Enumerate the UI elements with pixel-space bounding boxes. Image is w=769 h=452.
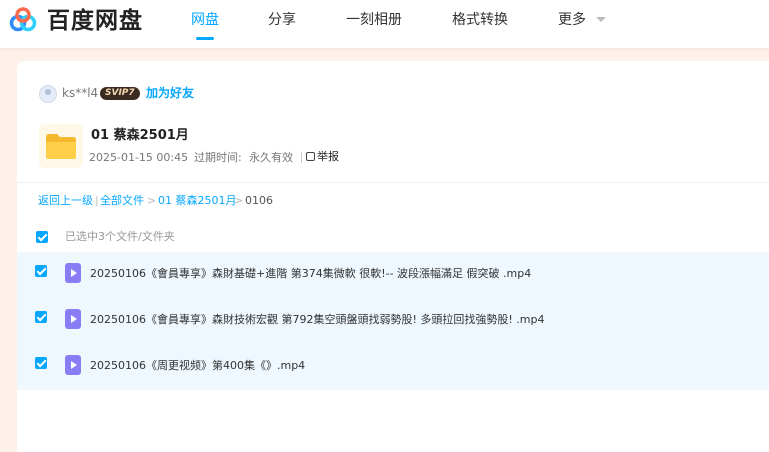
share-content-card: ks**l4 SVIP7 加为好友 01 蔡森2501月 2025-01-15 … bbox=[17, 61, 769, 452]
nav-item-more[interactable]: 更多 bbox=[558, 10, 586, 30]
sharer-username[interactable]: ks**l4 bbox=[62, 86, 98, 100]
select-all-checkbox[interactable] bbox=[36, 231, 48, 243]
expiry-label: 过期时间: bbox=[194, 151, 242, 164]
breadcrumb-separator: > bbox=[147, 194, 157, 207]
nav-item-album[interactable]: 一刻相册 bbox=[346, 10, 402, 30]
nav-item-netdisk[interactable]: 网盘 bbox=[191, 10, 219, 30]
file-row[interactable]: 20250106《會員專享》森財技術宏觀 第792集空頭盤頭找弱勢股! 多頭拉回… bbox=[17, 298, 769, 344]
folder-icon bbox=[46, 134, 76, 159]
file-checkbox[interactable] bbox=[35, 357, 47, 369]
file-checkbox[interactable] bbox=[35, 265, 47, 277]
vip-badge: SVIP7 bbox=[100, 87, 140, 100]
breadcrumb-back[interactable]: 返回上一级 bbox=[38, 194, 93, 208]
brand-name[interactable]: 百度网盘 bbox=[47, 6, 143, 36]
video-file-icon bbox=[65, 355, 81, 375]
breadcrumb-current: 0106 bbox=[245, 194, 273, 207]
file-name[interactable]: 20250106《會員專享》森財技術宏觀 第792集空頭盤頭找弱勢股! 多頭拉回… bbox=[90, 313, 544, 327]
folder-thumbnail bbox=[39, 124, 83, 168]
breadcrumb-all-files[interactable]: 全部文件 bbox=[100, 194, 144, 208]
breadcrumb-separator: > bbox=[234, 194, 244, 207]
active-nav-underline bbox=[196, 37, 214, 40]
meta-divider bbox=[301, 152, 302, 163]
file-checkbox[interactable] bbox=[35, 311, 47, 323]
baidu-netdisk-logo-icon[interactable] bbox=[8, 6, 38, 36]
file-name[interactable]: 20250106《會員專享》森財基礎+進階 第374集微軟 很軟!-- 波段漲幅… bbox=[90, 267, 531, 281]
file-row[interactable]: 20250106《會員專享》森財基礎+進階 第374集微軟 很軟!-- 波段漲幅… bbox=[17, 252, 769, 298]
report-label: 举报 bbox=[317, 150, 339, 163]
file-row[interactable]: 20250106《周更视频》第400集《》.mp4 bbox=[17, 344, 769, 390]
breadcrumb-folder[interactable]: 01 蔡森2501月 bbox=[158, 194, 237, 208]
file-name[interactable]: 20250106《周更视频》第400集《》.mp4 bbox=[90, 359, 305, 373]
breadcrumb-divider: | bbox=[95, 194, 99, 207]
top-navigation-bar: 百度网盘 网盘 分享 一刻相册 格式转换 更多 bbox=[0, 0, 769, 48]
video-file-icon bbox=[65, 263, 81, 283]
nav-item-share[interactable]: 分享 bbox=[268, 10, 296, 30]
section-divider bbox=[17, 182, 769, 183]
report-button[interactable]: 举报 bbox=[306, 150, 339, 164]
chevron-down-icon[interactable] bbox=[596, 17, 606, 22]
nav-item-format-convert[interactable]: 格式转换 bbox=[452, 10, 508, 30]
add-friend-button[interactable]: 加为好友 bbox=[146, 86, 194, 100]
selection-count: 已选中3个文件/文件夹 bbox=[65, 230, 175, 243]
user-avatar[interactable] bbox=[39, 85, 57, 103]
share-date: 2025-01-15 00:45 bbox=[89, 151, 189, 164]
expiry-value: 永久有效 bbox=[249, 151, 293, 164]
share-title: 01 蔡森2501月 bbox=[91, 128, 189, 143]
video-file-icon bbox=[65, 309, 81, 329]
report-icon bbox=[306, 152, 315, 161]
